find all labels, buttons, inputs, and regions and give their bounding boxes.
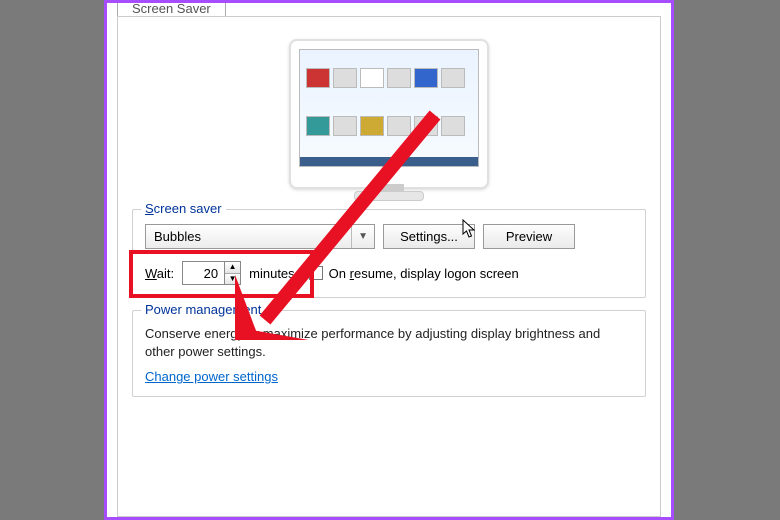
monitor-screen (299, 49, 479, 167)
wait-spinner[interactable]: ▲ ▼ (182, 261, 241, 285)
power-group: Power management Conserve energy or maxi… (132, 310, 646, 397)
settings-button[interactable]: Settings... (383, 224, 475, 249)
power-description: Conserve energy or maximize performance … (145, 325, 633, 361)
monitor-preview (289, 39, 489, 189)
window-outer-border: Screen Saver (104, 0, 674, 520)
wait-input[interactable] (182, 261, 224, 285)
chevron-down-icon: ▼ (351, 225, 368, 248)
spin-down-icon[interactable]: ▼ (225, 274, 240, 285)
screensaver-select-value: Bubbles (154, 229, 201, 244)
dialog-body: Screen Saver (107, 3, 671, 517)
cursor-icon (462, 219, 478, 244)
change-power-settings-link[interactable]: Change power settings (145, 369, 278, 384)
monitor-preview-area (132, 39, 646, 189)
screensaver-select[interactable]: Bubbles ▼ (145, 224, 375, 249)
tab-strip: Screen Saver (117, 3, 226, 16)
screensaver-group: Screen saver Bubbles ▼ Settings... Pr (132, 209, 646, 298)
tab-panel: Screen saver Bubbles ▼ Settings... Pr (117, 16, 661, 517)
preview-button[interactable]: Preview (483, 224, 575, 249)
tab-screen-saver[interactable]: Screen Saver (117, 3, 226, 16)
spin-up-icon[interactable]: ▲ (225, 262, 240, 274)
resume-checkbox[interactable] (309, 266, 323, 280)
wait-label: Wait: (145, 266, 174, 281)
screensaver-group-label: Screen saver (141, 201, 226, 216)
power-group-label: Power management (141, 302, 265, 317)
wait-spin-buttons[interactable]: ▲ ▼ (224, 261, 241, 285)
resume-checkbox-row[interactable]: On resume, display logon screen (309, 266, 519, 281)
wait-units: minutes (249, 266, 295, 281)
resume-checkbox-label: On resume, display logon screen (329, 266, 519, 281)
